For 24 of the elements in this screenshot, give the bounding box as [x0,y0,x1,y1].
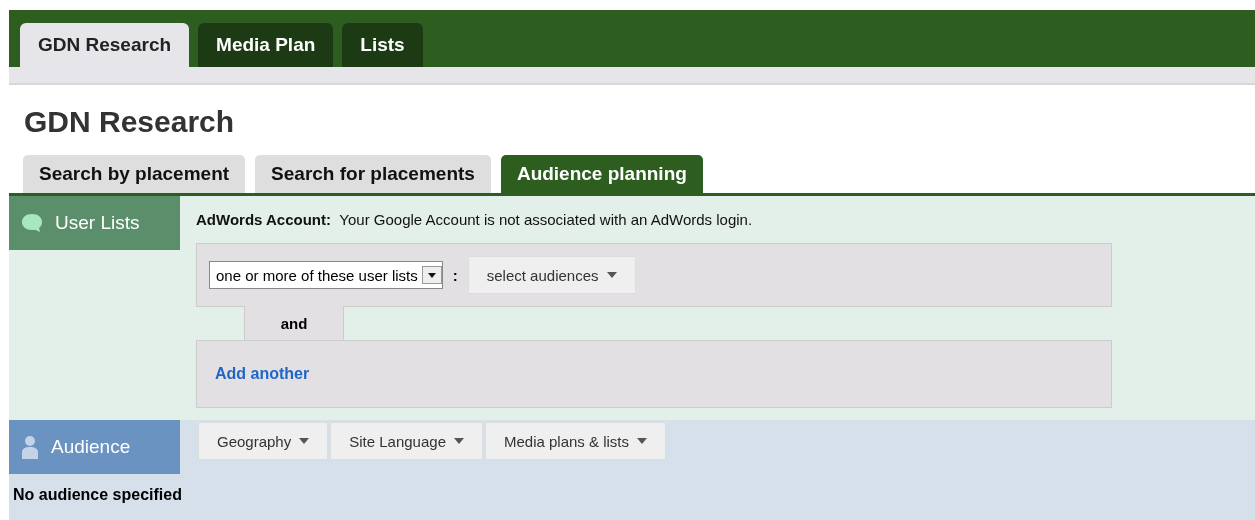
match-select[interactable]: one or more of these user lists [209,261,443,289]
section-label-text: User Lists [55,212,140,234]
caret-icon [299,438,310,444]
separator: : [452,266,458,284]
select-audiences-button[interactable]: select audiences [467,256,636,294]
filter-dropdown[interactable]: Site Language [330,422,483,460]
section-label-text: Audience [51,436,131,458]
filter-dropdown[interactable]: Geography [198,422,329,460]
person-icon [21,435,39,459]
nav-tab[interactable]: Lists [342,23,423,67]
filter-dropdown[interactable]: Media plans & lists [485,422,667,460]
add-another-link[interactable]: Add another [215,365,310,383]
account-message: AdWords Account: Your Google Account is not associated with an AdWords login. [196,211,754,230]
caret-icon [454,438,464,444]
section-tab[interactable]: Search for placements [255,155,491,193]
nav-tab[interactable]: GDN Research [20,23,190,67]
section-tab[interactable]: Audience planning [500,155,703,193]
caret-icon [606,272,617,278]
nav-tab[interactable]: Media Plan [198,23,334,67]
section-tab[interactable]: Search by placement [23,155,246,193]
caret-icon [637,438,648,444]
page-title: GDN Research [23,104,236,140]
audience-status: No audience specified [12,485,183,504]
speech-bubble-icon [21,213,43,233]
